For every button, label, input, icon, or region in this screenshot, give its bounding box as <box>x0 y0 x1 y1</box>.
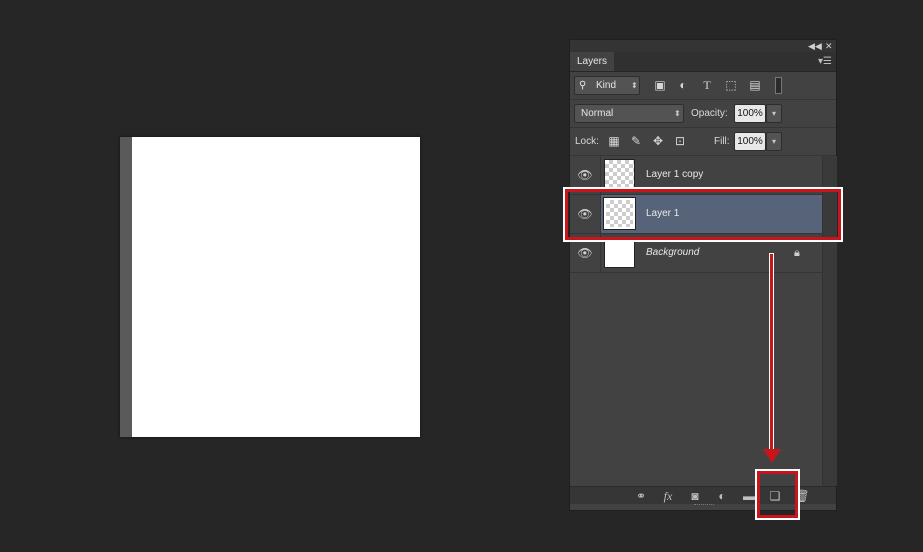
panel-menu-icon[interactable]: ▾☰ <box>818 52 832 71</box>
filter-kind-label: Kind <box>596 80 617 91</box>
lock-image-pixels-icon[interactable]: ✎ <box>628 132 644 151</box>
fill-dropdown-button[interactable]: ▾ <box>766 132 782 151</box>
close-icon[interactable]: ✕ <box>825 40 833 52</box>
fill-label: Fill: <box>714 136 730 147</box>
chevron-down-icon: ▾ <box>771 137 776 146</box>
panel-resize-grip[interactable] <box>694 504 714 508</box>
filter-kind-select[interactable]: ⚲ Kind ⬍ <box>574 76 640 95</box>
adjustment-filter-icon[interactable]: ◐ <box>675 76 691 95</box>
search-icon: ⚲ <box>579 80 587 91</box>
group-folder-icon[interactable]: ▬ <box>740 487 758 505</box>
panel-tab-row: Layers ▾☰ <box>570 52 836 72</box>
lock-label: Lock: <box>575 136 599 147</box>
tab-layers[interactable]: Layers <box>570 52 615 71</box>
double-chevron-left-icon[interactable]: ◀◀ <box>808 40 822 52</box>
layers-panel: ◀◀ ✕ Layers ▾☰ ⚲ Kind ⬍ ▣ ◐ T ⬚ ▤ Normal… <box>569 39 837 511</box>
smart-object-filter-icon[interactable]: ▤ <box>747 76 763 95</box>
opacity-input[interactable]: 100% <box>734 104 766 123</box>
lock-position-icon[interactable]: ✥ <box>650 132 666 151</box>
layer-thumbnail <box>604 159 635 190</box>
filter-toggle-icon[interactable] <box>775 77 782 94</box>
highlight-box-layer-1 <box>565 189 841 240</box>
type-filter-icon[interactable]: T <box>699 76 715 95</box>
blend-row: Normal ⬍ Opacity: 100% ▾ <box>570 100 836 128</box>
annotation-arrow-line <box>770 254 773 450</box>
blend-mode-select[interactable]: Normal ⬍ <box>574 104 684 123</box>
chevron-down-icon: ▾ <box>771 109 776 118</box>
link-layers-icon[interactable]: ⚭ <box>632 487 650 505</box>
fx-icon[interactable]: fx <box>659 487 677 505</box>
blend-mode-value: Normal <box>581 108 614 119</box>
opacity-label: Opacity: <box>691 108 728 119</box>
highlight-box-new-layer <box>757 471 798 518</box>
fill-input[interactable]: 100% <box>734 132 766 151</box>
updown-arrow-icon: ⬍ <box>631 81 638 90</box>
add-mask-icon[interactable]: ◙ <box>686 487 704 505</box>
annotation-arrow-head <box>763 449 781 463</box>
shape-filter-icon[interactable]: ⬚ <box>723 76 739 95</box>
updown-arrow-icon: ⬍ <box>674 109 681 118</box>
document-canvas[interactable] <box>120 137 420 437</box>
layer-thumbnail <box>604 237 635 268</box>
image-filter-icon[interactable]: ▣ <box>652 76 668 95</box>
canvas-edge-shadow <box>120 137 132 437</box>
filter-row: ⚲ Kind ⬍ ▣ ◐ T ⬚ ▤ <box>570 72 836 100</box>
adjustment-layer-icon[interactable]: ◐ <box>713 487 731 505</box>
opacity-dropdown-button[interactable]: ▾ <box>766 104 782 123</box>
lock-row: Lock: ▦ ✎ ✥ ⊡ Fill: 100% ▾ <box>570 128 836 156</box>
lock-all-icon[interactable]: ⊡ <box>672 132 688 151</box>
lock-transparent-pixels-icon[interactable]: ▦ <box>606 132 622 151</box>
panel-title-bar: ◀◀ ✕ <box>570 40 836 52</box>
